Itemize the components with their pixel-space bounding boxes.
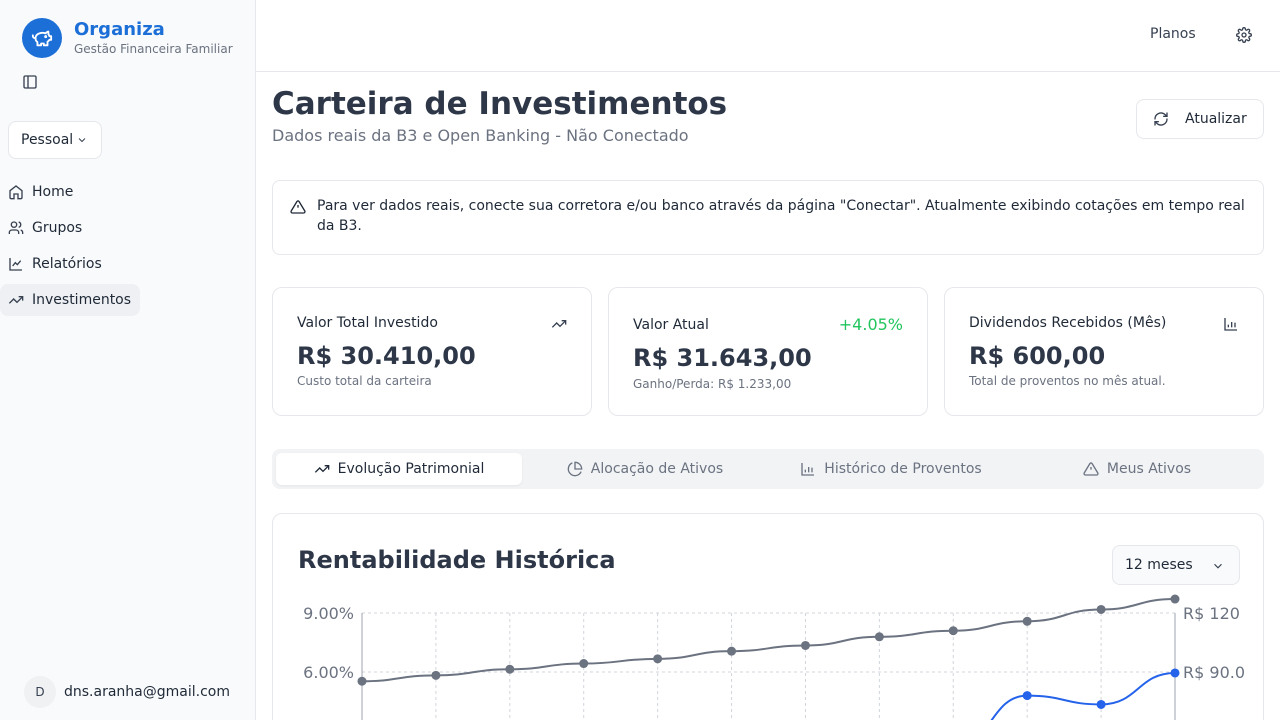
card-label: Valor Total Investido [297, 315, 438, 331]
data-point [579, 659, 589, 669]
sidebar-item-label: Grupos [32, 220, 83, 236]
y-tick-label-right: R$ 120 [1183, 604, 1240, 623]
user-menu[interactable]: D dns.aranha@gmail.com [24, 676, 230, 708]
bar-chart-icon [1223, 316, 1239, 332]
card-current-value: Valor Atual +4.05% R$ 31.643,00 Ganho/Pe… [608, 287, 928, 416]
brand[interactable]: Organiza Gestão Financeira Familiar [22, 18, 233, 58]
plans-link[interactable]: Planos [1150, 26, 1196, 42]
alert-triangle-icon [290, 199, 306, 215]
trending-up-icon [314, 461, 330, 477]
app-subtitle: Gestão Financeira Familiar [74, 42, 233, 56]
tab-label: Alocação de Ativos [590, 461, 724, 477]
tabs: Evolução Patrimonial Alocação de Ativos … [272, 449, 1264, 489]
card-dividends: Dividendos Recebidos (Mês) R$ 600,00 Tot… [944, 287, 1264, 416]
card-value: R$ 30.410,00 [297, 342, 476, 370]
alert-triangle-icon [1083, 461, 1099, 477]
sidebar-item-label: Investimentos [32, 292, 132, 308]
user-email: dns.aranha@gmail.com [64, 684, 230, 700]
card-note: Ganho/Perda: R$ 1.233,00 [633, 377, 792, 391]
data-point [1096, 699, 1106, 709]
y-tick-label-right: R$ 90.0 [1183, 663, 1245, 682]
sidebar-item-investimentos[interactable]: Investimentos [0, 282, 256, 318]
context-select[interactable]: Pessoal [8, 121, 102, 159]
data-point [800, 640, 810, 650]
profitability-chart: 9.00% 6.00% R$ 120 R$ 90.0 [303, 594, 1245, 720]
y-tick-label-left: 9.00% [303, 604, 354, 623]
card-value: R$ 600,00 [969, 342, 1106, 370]
card-total-invested: Valor Total Investido R$ 30.410,00 Custo… [272, 287, 592, 416]
data-point [1170, 668, 1180, 678]
page-subtitle: Dados reais da B3 e Open Banking - Não C… [272, 126, 689, 145]
sidebar-item-home[interactable]: Home [0, 174, 256, 210]
data-point [505, 664, 515, 674]
tab-historico-de-proventos[interactable]: Histórico de Proventos [768, 453, 1014, 485]
sidebar-toggle-icon[interactable] [21, 73, 39, 91]
app-name: Organiza [74, 19, 165, 40]
sidebar: Organiza Gestão Financeira Familiar Pess… [0, 0, 256, 720]
data-point [1096, 604, 1106, 614]
tab-label: Histórico de Proventos [824, 461, 982, 477]
y-tick-label-left: 6.00% [303, 663, 354, 682]
trending-up-icon [8, 292, 24, 308]
card-value: R$ 31.643,00 [633, 344, 812, 372]
sidebar-item-label: Relatórios [32, 256, 102, 272]
refresh-button[interactable]: Atualizar [1136, 99, 1264, 139]
data-point [874, 632, 884, 642]
chevron-down-icon [76, 134, 88, 146]
sidebar-item-relatorios[interactable]: Relatórios [0, 246, 256, 282]
change-badge: +4.05% [838, 315, 903, 334]
sidebar-item-grupos[interactable]: Grupos [0, 210, 256, 246]
tab-label: Meus Ativos [1106, 461, 1192, 477]
piggy-bank-icon [22, 18, 62, 58]
data-point [431, 670, 441, 680]
line-chart-icon [8, 256, 24, 272]
card-note: Custo total da carteira [297, 374, 432, 388]
data-point [1022, 616, 1032, 626]
sidebar-nav: Home Grupos Relatórios Investimentos [0, 174, 256, 318]
data-point [357, 676, 367, 686]
refresh-icon [1153, 111, 1169, 127]
card-note: Total de proventos no mês atual. [969, 374, 1166, 388]
avatar: D [24, 676, 56, 708]
users-icon [8, 220, 24, 236]
data-point [653, 654, 663, 664]
sidebar-item-label: Home [32, 184, 74, 200]
gear-icon[interactable] [1236, 27, 1252, 43]
tab-meus-ativos[interactable]: Meus Ativos [1014, 453, 1260, 485]
tab-evolucao-patrimonial[interactable]: Evolução Patrimonial [276, 453, 522, 485]
tab-alocacao-de-ativos[interactable]: Alocação de Ativos [522, 453, 768, 485]
connection-alert: Para ver dados reais, conecte sua corret… [272, 180, 1264, 255]
bar-chart-icon [800, 461, 816, 477]
context-select-value: Pessoal [21, 132, 74, 148]
data-point [948, 626, 958, 636]
home-icon [8, 184, 24, 200]
data-point [727, 646, 737, 656]
page-title: Carteira de Investimentos [272, 86, 728, 122]
trending-up-icon [551, 316, 567, 332]
tab-label: Evolução Patrimonial [337, 461, 485, 477]
data-point [1022, 691, 1032, 701]
data-point [1170, 594, 1180, 604]
alert-text: Para ver dados reais, conecte sua corret… [317, 198, 1245, 234]
card-label: Valor Atual [633, 317, 709, 333]
top-bar: Planos [256, 0, 1280, 72]
refresh-button-label: Atualizar [1185, 111, 1247, 127]
chart-card: Rentabilidade Histórica 12 meses 9.00% 6.… [272, 513, 1264, 720]
series-line-0 [361, 598, 1176, 683]
card-label: Dividendos Recebidos (Mês) [969, 315, 1167, 331]
pie-chart-icon [567, 461, 583, 477]
